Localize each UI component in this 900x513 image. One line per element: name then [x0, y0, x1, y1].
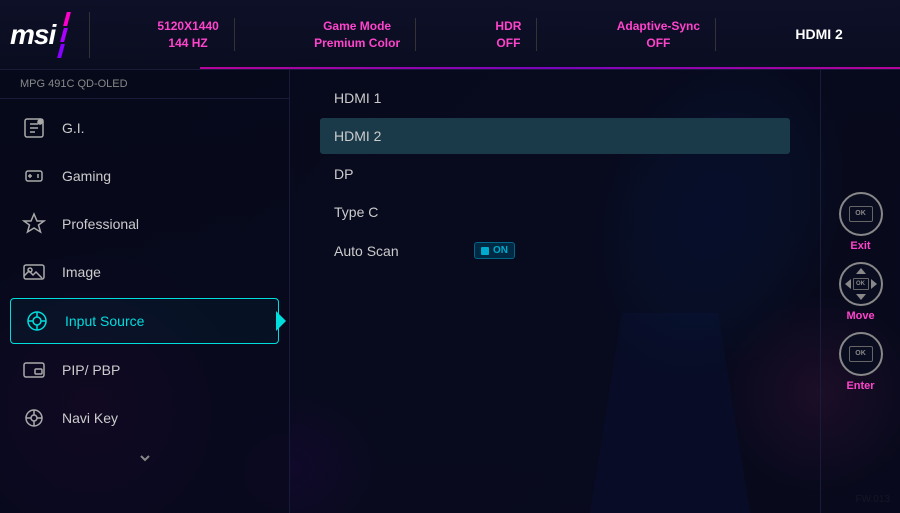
resolution-item: 5120X1440 144 HZ [142, 18, 234, 52]
sidebar-item-pip-pbp[interactable]: PIP/ PBP [0, 346, 289, 394]
gaming-svg [22, 164, 46, 188]
input-source-label: Input Source [65, 313, 144, 329]
option-hdmi1[interactable]: HDMI 1 [320, 80, 790, 116]
typec-label: Type C [334, 204, 454, 220]
gi-label: G.I. [62, 120, 85, 136]
exit-inner-text: OK [855, 210, 866, 217]
adaptive-sync-item: Adaptive-Sync OFF [602, 18, 716, 52]
chevron-down-icon [137, 450, 153, 466]
hdr-value: OFF [496, 35, 520, 52]
input-source-svg [25, 309, 49, 333]
hdmi1-label: HDMI 1 [334, 90, 454, 106]
adaptive-label: Adaptive-Sync [617, 18, 700, 35]
top-bar: msi 5120X1440 144 HZ Game Mode Premium C… [0, 0, 900, 70]
toggle-indicator [481, 247, 489, 255]
premium-color-label: Premium Color [314, 35, 400, 52]
sidebar-item-gi[interactable]: G.I. [0, 104, 289, 152]
msi-logo: msi [10, 12, 90, 58]
enter-inner-text: OK [855, 350, 866, 357]
side-controls: OK Exit OK Move [820, 70, 900, 513]
game-mode-label: Game Mode [323, 18, 391, 35]
input-display-text: HDMI 2 [795, 25, 842, 45]
move-inner-text: OK [856, 281, 865, 287]
enter-inner: OK [849, 346, 873, 362]
hdmi2-label: HDMI 2 [334, 128, 454, 144]
enter-circle: OK [839, 332, 883, 376]
gi-icon [20, 114, 48, 142]
exit-label: Exit [850, 240, 870, 252]
enter-button[interactable]: OK Enter [839, 332, 883, 392]
autoscan-toggle[interactable]: ON [474, 242, 515, 259]
sidebar-item-professional[interactable]: Professional [0, 200, 289, 248]
hdr-item: HDR OFF [480, 18, 537, 52]
option-autoscan[interactable]: Auto Scan ON [320, 232, 790, 269]
dp-label: DP [334, 166, 454, 182]
pip-svg [22, 358, 46, 382]
navi-key-icon [20, 404, 48, 432]
adaptive-value: OFF [646, 35, 670, 52]
sidebar-item-navi-key[interactable]: Navi Key [0, 394, 289, 442]
navi-key-label: Navi Key [62, 410, 118, 426]
arrow-down-icon [856, 294, 866, 300]
game-mode-item: Game Mode Premium Color [299, 18, 416, 52]
content-area: MPG 491C QD-OLED G.I. [0, 70, 900, 513]
professional-icon [20, 210, 48, 238]
image-icon [20, 258, 48, 286]
sidebar-item-gaming[interactable]: Gaming [0, 152, 289, 200]
autoscan-label: Auto Scan [334, 243, 454, 259]
msi-logo-slash [59, 12, 69, 58]
menu-items: G.I. Gaming [0, 99, 289, 513]
exit-inner: OK [849, 206, 873, 222]
right-panel: HDMI 1 HDMI 2 DP Type C Auto Scan ON [290, 70, 820, 513]
move-circle: OK [839, 262, 883, 306]
slash-1 [63, 12, 71, 26]
pip-pbp-label: PIP/ PBP [62, 362, 120, 378]
refresh-text: 144 HZ [168, 35, 207, 52]
menu-scroll-down[interactable] [0, 442, 289, 474]
slash-2 [60, 28, 68, 42]
option-hdmi2[interactable]: HDMI 2 [320, 118, 790, 154]
professional-label: Professional [62, 216, 139, 232]
gi-svg [22, 116, 46, 140]
gaming-icon [20, 162, 48, 190]
top-highlight [200, 67, 900, 69]
enter-label: Enter [846, 380, 874, 392]
msi-logo-text: msi [10, 19, 55, 51]
move-inner: OK [853, 278, 869, 290]
exit-circle: OK [839, 192, 883, 236]
move-button[interactable]: OK Move [839, 262, 883, 322]
exit-button[interactable]: OK Exit [839, 192, 883, 252]
image-svg [22, 260, 46, 284]
sidebar-item-input-source[interactable]: Input Source [10, 298, 279, 344]
option-typec[interactable]: Type C [320, 194, 790, 230]
top-bar-items: 5120X1440 144 HZ Game Mode Premium Color… [110, 18, 890, 52]
image-label: Image [62, 264, 101, 280]
left-panel: MPG 491C QD-OLED G.I. [0, 70, 290, 513]
arrow-left-icon [845, 279, 851, 289]
monitor-label: MPG 491C QD-OLED [0, 70, 289, 99]
gaming-label: Gaming [62, 168, 111, 184]
hdr-label: HDR [495, 18, 521, 35]
input-display-item: HDMI 2 [780, 25, 857, 45]
sidebar-item-image[interactable]: Image [0, 248, 289, 296]
slash-3 [57, 44, 65, 58]
options-list: HDMI 1 HDMI 2 DP Type C Auto Scan ON [320, 80, 790, 269]
toggle-text: ON [493, 245, 508, 256]
resolution-text: 5120X1440 [157, 18, 218, 35]
pip-pbp-icon [20, 356, 48, 384]
input-source-icon [23, 307, 51, 335]
navi-svg [22, 406, 46, 430]
move-label: Move [846, 310, 874, 322]
arrow-right-icon [871, 279, 877, 289]
arrow-up-icon [856, 268, 866, 274]
option-dp[interactable]: DP [320, 156, 790, 192]
professional-svg [22, 212, 46, 236]
